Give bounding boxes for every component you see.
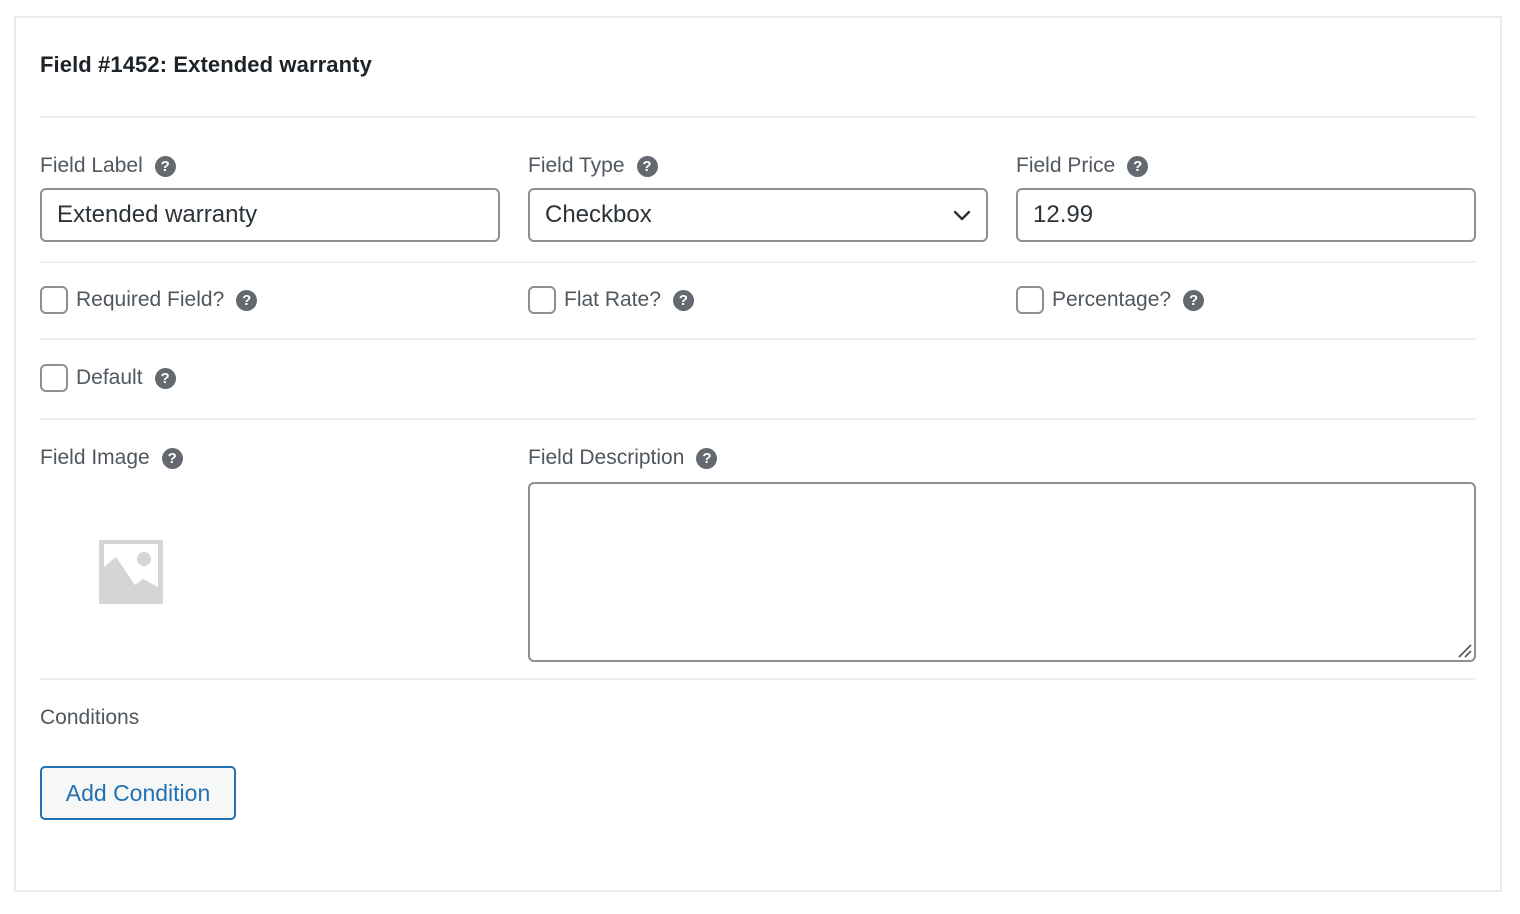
- default-option: Default ?: [40, 364, 176, 392]
- field-price-label: Field Price ?: [1016, 154, 1149, 178]
- percentage-checkbox[interactable]: [1016, 286, 1044, 314]
- divider: [40, 116, 1476, 118]
- question-circle-icon[interactable]: ?: [161, 447, 183, 469]
- question-circle-icon[interactable]: ?: [696, 447, 718, 469]
- field-type-select[interactable]: Checkbox: [528, 188, 988, 242]
- panel-title: Field #1452: Extended warranty: [40, 52, 372, 77]
- divider: [40, 418, 1476, 420]
- field-description-label: Field Description ?: [528, 446, 718, 470]
- flat-rate-checkbox[interactable]: [528, 286, 556, 314]
- question-circle-icon[interactable]: ?: [672, 289, 694, 311]
- divider: [40, 261, 1476, 263]
- field-label-input[interactable]: Extended warranty: [40, 188, 500, 242]
- flat-rate-option: Flat Rate? ?: [528, 286, 694, 314]
- question-circle-icon[interactable]: ?: [636, 155, 658, 177]
- field-settings-panel: Field #1452: Extended warranty Field Lab…: [14, 16, 1502, 892]
- question-circle-icon[interactable]: ?: [236, 289, 258, 311]
- question-circle-icon[interactable]: ?: [1127, 155, 1149, 177]
- image-placeholder-icon[interactable]: [98, 539, 164, 605]
- field-label-label: Field Label ?: [40, 154, 176, 178]
- required-field-option: Required Field? ?: [40, 286, 258, 314]
- divider: [40, 678, 1476, 680]
- required-field-checkbox[interactable]: [40, 286, 68, 314]
- chevron-down-icon: [953, 210, 971, 221]
- field-image-label: Field Image ?: [40, 446, 183, 470]
- field-type-label: Field Type ?: [528, 154, 658, 178]
- conditions-label: Conditions: [40, 706, 140, 729]
- percentage-option: Percentage? ?: [1016, 286, 1205, 314]
- question-circle-icon[interactable]: ?: [1183, 289, 1205, 311]
- default-checkbox[interactable]: [40, 364, 68, 392]
- divider: [40, 338, 1476, 340]
- field-description-textarea[interactable]: [528, 482, 1476, 662]
- question-circle-icon[interactable]: ?: [154, 367, 176, 389]
- field-price-input[interactable]: 12.99: [1016, 188, 1476, 242]
- question-circle-icon[interactable]: ?: [154, 155, 176, 177]
- add-condition-button[interactable]: Add Condition: [40, 766, 236, 820]
- resize-handle-icon[interactable]: [1457, 643, 1473, 659]
